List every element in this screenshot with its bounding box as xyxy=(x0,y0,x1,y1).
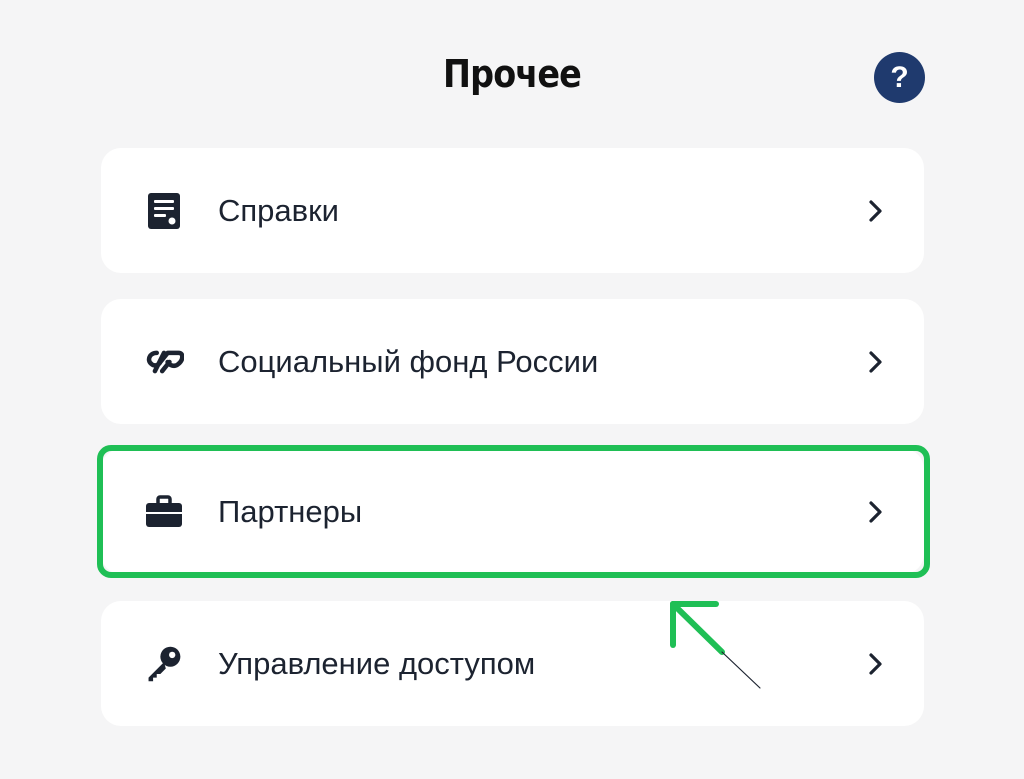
document-icon xyxy=(144,191,184,231)
menu-item-label: Управление доступом xyxy=(218,646,536,681)
menu-item-social-fund[interactable]: Социальный фонд России xyxy=(101,299,924,424)
chevron-right-icon xyxy=(861,348,889,376)
menu-item-label: Справки xyxy=(218,193,340,228)
menu-item-access-management[interactable]: Управление доступом xyxy=(101,601,924,726)
briefcase-icon xyxy=(144,492,184,532)
chevron-right-icon xyxy=(861,498,889,526)
key-icon xyxy=(144,644,184,684)
help-button[interactable]: ? xyxy=(874,52,925,103)
menu-item-certificates[interactable]: Справки xyxy=(101,148,924,273)
chevron-right-icon xyxy=(861,197,889,225)
chevron-right-icon xyxy=(861,650,889,678)
sfr-logo-icon xyxy=(144,342,184,382)
menu-item-label: Социальный фонд России xyxy=(218,344,599,379)
page-title: Прочее xyxy=(443,52,582,96)
menu-item-label: Партнеры xyxy=(218,494,363,529)
menu-item-partners[interactable]: Партнеры xyxy=(101,449,924,574)
